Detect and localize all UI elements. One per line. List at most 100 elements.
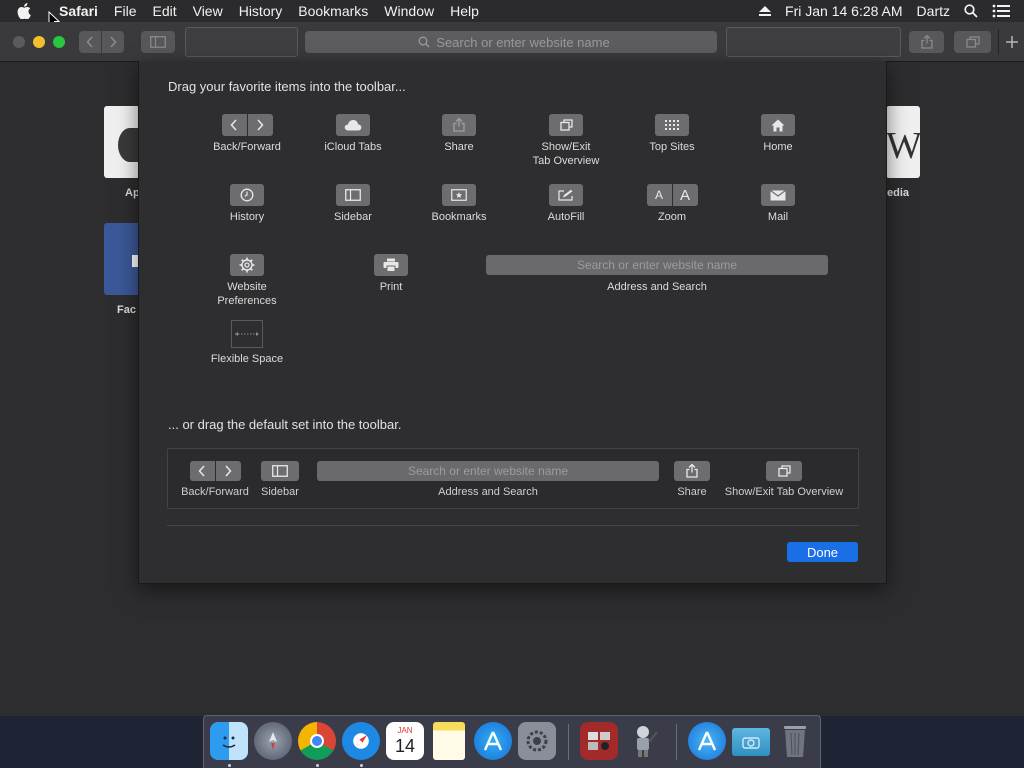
minimize-window-button[interactable]: [33, 36, 45, 48]
sidebar-icon: [336, 184, 370, 206]
sidebar-icon: [150, 36, 166, 48]
launchpad-icon[interactable]: [254, 722, 292, 760]
envelope-icon: [761, 184, 795, 206]
toolbar-item-top-sites[interactable]: Top Sites: [612, 114, 732, 154]
gear-icon: [230, 254, 264, 276]
notification-center-icon[interactable]: [992, 4, 1010, 18]
calendar-day: 14: [394, 736, 416, 756]
bookmarks-icon: [442, 184, 476, 206]
tab-overview-icon: [766, 461, 802, 481]
menu-help[interactable]: Help: [442, 0, 487, 22]
home-icon: [761, 114, 795, 136]
calendar-month: JAN: [397, 726, 413, 735]
default-item-label: Address and Search: [438, 486, 538, 498]
automator-icon[interactable]: [624, 722, 662, 760]
calendar-icon[interactable]: JAN 14: [386, 722, 424, 760]
favorite-tile-wikipedia[interactable]: W: [886, 106, 922, 178]
plus-icon: [1005, 36, 1018, 48]
toolbar-address-field[interactable]: Search or enter website name: [305, 31, 717, 53]
toolbar-item-flexible-space[interactable]: Flexible Space: [187, 320, 307, 366]
toolbar-item-address-and-search[interactable]: Search or enter website name Address and…: [486, 255, 828, 295]
default-address-and-search: Search or enter website name Address and…: [317, 461, 659, 498]
favorite-tile-facebook[interactable]: [104, 223, 140, 295]
dock-separator: [676, 724, 677, 760]
toolbar-item-mail[interactable]: Mail: [718, 184, 838, 224]
default-toolbar-set[interactable]: Back/Forward Sidebar Search or enter web…: [167, 448, 859, 509]
close-window-button[interactable]: [13, 36, 25, 48]
toolbar-item-sidebar[interactable]: Sidebar: [293, 184, 413, 224]
eject-icon[interactable]: [759, 6, 772, 16]
app-store-icon[interactable]: [474, 722, 512, 760]
toolbar-item-zoom[interactable]: A A Zoom: [612, 184, 732, 224]
toolbar-item-label: Share: [444, 141, 474, 153]
menubar-user[interactable]: Dartz: [917, 3, 950, 19]
toolbar-item-label: Address and Search: [607, 281, 707, 293]
menu-edit[interactable]: Edit: [144, 0, 184, 22]
toolbar-item-print[interactable]: Print: [331, 254, 451, 294]
photo-booth-icon[interactable]: [580, 722, 618, 760]
done-button[interactable]: Done: [787, 542, 858, 562]
label-line-2: Preferences: [217, 295, 277, 307]
toolbar-item-tab-overview[interactable]: Show/Exit Tab Overview: [506, 114, 626, 168]
running-indicator: [316, 764, 319, 767]
label-line-2: Tab Overview: [532, 155, 600, 167]
spotlight-search-icon[interactable]: [964, 4, 978, 18]
toolbar-drop-space-left[interactable]: [185, 27, 298, 57]
toolbar-item-home[interactable]: Home: [718, 114, 838, 154]
toolbar-item-autofill[interactable]: AutoFill: [506, 184, 626, 224]
menu-bookmarks[interactable]: Bookmarks: [290, 0, 376, 22]
zoom-window-button[interactable]: [53, 36, 65, 48]
label-line-1: Show/Exit: [541, 141, 591, 153]
toolbar-item-history[interactable]: History: [187, 184, 307, 224]
sidebar-toggle-button[interactable]: [141, 31, 175, 53]
toolbar-item-back-forward[interactable]: Back/Forward: [187, 114, 307, 154]
app-store-folder-icon[interactable]: [688, 722, 726, 760]
menu-bar: Safari File Edit View History Bookmarks …: [0, 0, 1024, 22]
chrome-icon[interactable]: [298, 722, 336, 760]
sheet-heading-default-set: ... or drag the default set into the too…: [168, 417, 402, 432]
default-sidebar: Sidebar: [256, 461, 304, 498]
tab-overview-button[interactable]: [954, 31, 991, 53]
toolbar-item-share[interactable]: Share: [399, 114, 519, 154]
safari-icon[interactable]: [342, 722, 380, 760]
dock-separator: [568, 724, 569, 760]
sheet-divider: [167, 525, 859, 526]
apple-menu-icon[interactable]: [17, 3, 39, 19]
trash-icon[interactable]: [776, 722, 814, 760]
chevron-right-icon: [247, 114, 273, 136]
share-button[interactable]: [909, 31, 944, 53]
toolbar-item-label: Print: [379, 281, 403, 293]
documents-folder-icon[interactable]: [732, 728, 770, 756]
toolbar-item-label: Show/Exit Tab Overview: [506, 140, 626, 168]
address-bar-preview: Search or enter website name: [317, 461, 659, 481]
finder-icon[interactable]: [210, 722, 248, 760]
label-line-1: Website: [227, 281, 267, 293]
toolbar-item-icloud-tabs[interactable]: iCloud Tabs: [293, 114, 413, 154]
share-icon: [442, 114, 476, 136]
system-preferences-icon[interactable]: [518, 722, 556, 760]
notes-icon[interactable]: [433, 722, 465, 760]
menu-window[interactable]: Window: [376, 0, 442, 22]
chevron-right-icon: [109, 36, 117, 48]
back-button[interactable]: [79, 31, 101, 53]
menu-history[interactable]: History: [231, 0, 291, 22]
forward-button[interactable]: [102, 31, 124, 53]
toolbar-item-label: Mail: [767, 211, 789, 223]
menu-file[interactable]: File: [106, 0, 145, 22]
toolbar-item-website-preferences[interactable]: Website Preferences: [187, 254, 307, 308]
toolbar-item-label: Back/Forward: [213, 141, 281, 153]
toolbar-item-bookmarks[interactable]: Bookmarks: [399, 184, 519, 224]
share-icon: [920, 35, 933, 49]
menubar-clock[interactable]: Fri Jan 14 6:28 AM: [785, 3, 903, 19]
search-icon: [418, 36, 430, 48]
cloud-icon: [336, 114, 370, 136]
menu-view[interactable]: View: [185, 0, 231, 22]
dock: JAN 14: [203, 715, 821, 768]
toolbar-drop-space-right[interactable]: [726, 27, 901, 57]
favorite-tile-apple[interactable]: [104, 106, 142, 178]
toolbar-item-label: Top Sites: [649, 141, 695, 153]
new-tab-button[interactable]: [998, 29, 1024, 55]
toolbar-item-label: Website Preferences: [187, 280, 307, 308]
chevron-right-icon: [215, 461, 241, 481]
toolbar-item-label: Zoom: [657, 211, 687, 223]
